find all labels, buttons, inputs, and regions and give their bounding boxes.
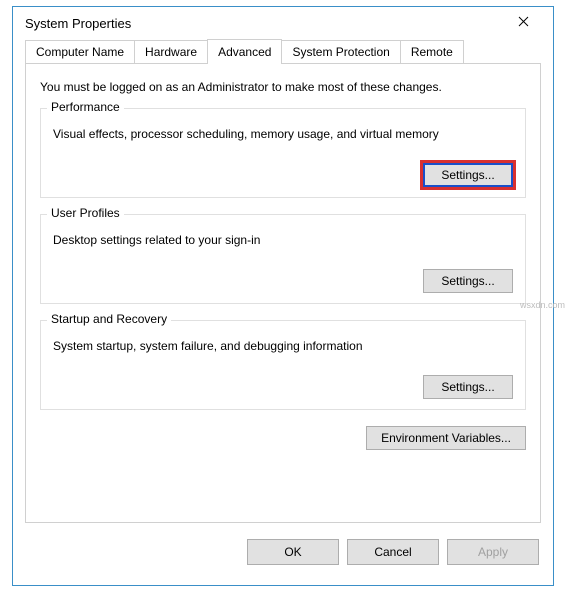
startup-recovery-desc: System startup, system failure, and debu… bbox=[53, 339, 513, 353]
user-profiles-group: User Profiles Desktop settings related t… bbox=[40, 214, 526, 304]
close-button[interactable] bbox=[503, 9, 543, 37]
user-profiles-desc: Desktop settings related to your sign-in bbox=[53, 233, 513, 247]
close-icon bbox=[518, 16, 529, 30]
tab-hardware[interactable]: Hardware bbox=[134, 40, 208, 63]
startup-recovery-group: Startup and Recovery System startup, sys… bbox=[40, 320, 526, 410]
startup-recovery-legend: Startup and Recovery bbox=[47, 312, 171, 326]
user-profiles-settings-button[interactable]: Settings... bbox=[423, 269, 513, 293]
performance-legend: Performance bbox=[47, 100, 124, 114]
advanced-tab-panel: You must be logged on as an Administrato… bbox=[25, 63, 541, 523]
tab-system-protection[interactable]: System Protection bbox=[281, 40, 400, 63]
titlebar: System Properties bbox=[13, 7, 553, 39]
tab-computer-name[interactable]: Computer Name bbox=[25, 40, 135, 63]
intro-text: You must be logged on as an Administrato… bbox=[40, 80, 526, 94]
performance-group: Performance Visual effects, processor sc… bbox=[40, 108, 526, 198]
dialog-button-bar: OK Cancel Apply bbox=[13, 531, 553, 575]
user-profiles-legend: User Profiles bbox=[47, 206, 124, 220]
system-properties-dialog: System Properties A PUALS Computer Name … bbox=[12, 6, 554, 586]
tab-advanced[interactable]: Advanced bbox=[207, 39, 282, 64]
performance-settings-button[interactable]: Settings... bbox=[423, 163, 513, 187]
source-credit: wsxdn.com bbox=[520, 300, 565, 310]
cancel-button[interactable]: Cancel bbox=[347, 539, 439, 565]
ok-button[interactable]: OK bbox=[247, 539, 339, 565]
performance-desc: Visual effects, processor scheduling, me… bbox=[53, 127, 513, 141]
tab-remote[interactable]: Remote bbox=[400, 40, 464, 63]
window-title: System Properties bbox=[25, 16, 131, 31]
tab-strip: Computer Name Hardware Advanced System P… bbox=[13, 39, 553, 63]
apply-button: Apply bbox=[447, 539, 539, 565]
environment-variables-button[interactable]: Environment Variables... bbox=[366, 426, 526, 450]
startup-recovery-settings-button[interactable]: Settings... bbox=[423, 375, 513, 399]
